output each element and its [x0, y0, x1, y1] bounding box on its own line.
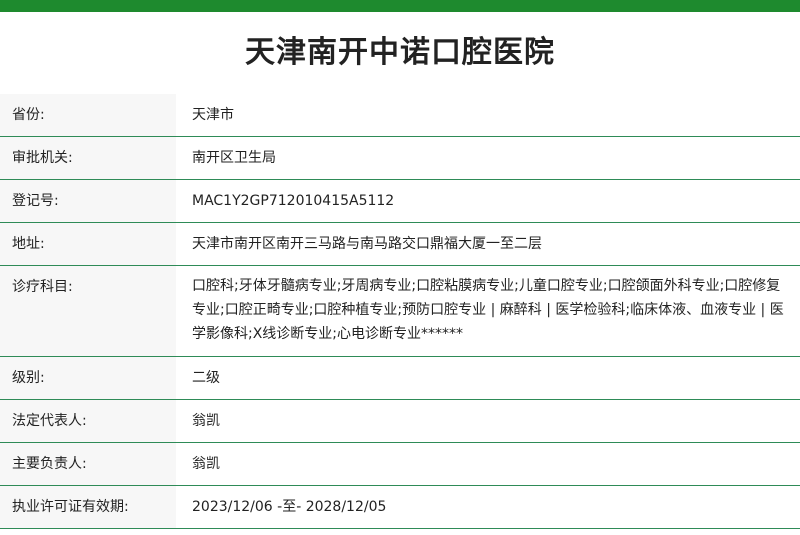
table-row-registration-number: 登记号: MAC1Y2GP712010415A5112: [0, 179, 800, 223]
row-label: 登记号:: [0, 179, 176, 223]
table-row-legal-representative: 法定代表人: 翁凯: [0, 399, 800, 443]
row-value: 天津市南开区南开三马路与南马路交口鼎福大厦一至二层: [176, 222, 800, 266]
row-value: 南开区卫生局: [176, 136, 800, 180]
table-row-departments: 诊疗科目: 口腔科;牙体牙髓病专业;牙周病专业;口腔粘膜病专业;儿童口腔专业;口…: [0, 265, 800, 357]
row-value: 口腔科;牙体牙髓病专业;牙周病专业;口腔粘膜病专业;儿童口腔专业;口腔颌面外科专…: [176, 265, 800, 357]
row-label: 执业许可证有效期:: [0, 485, 176, 529]
row-value: 翁凯: [176, 399, 800, 443]
hospital-info-table: 省份: 天津市 审批机关: 南开区卫生局 登记号: MAC1Y2GP712010…: [0, 94, 800, 529]
table-row-principal: 主要负责人: 翁凯: [0, 442, 800, 486]
row-value: 2023/12/06 -至- 2028/12/05: [176, 485, 800, 529]
table-row-province: 省份: 天津市: [0, 94, 800, 137]
table-row-level: 级别: 二级: [0, 356, 800, 400]
table-row-license-validity: 执业许可证有效期: 2023/12/06 -至- 2028/12/05: [0, 485, 800, 529]
row-label: 地址:: [0, 222, 176, 266]
row-value: 翁凯: [176, 442, 800, 486]
row-value: 二级: [176, 356, 800, 400]
top-accent-bar: [0, 0, 800, 12]
table-row-approval-authority: 审批机关: 南开区卫生局: [0, 136, 800, 180]
row-label: 级别:: [0, 356, 176, 400]
table-row-address: 地址: 天津市南开区南开三马路与南马路交口鼎福大厦一至二层: [0, 222, 800, 266]
page-title: 天津南开中诺口腔医院: [245, 35, 555, 70]
row-label: 省份:: [0, 94, 176, 137]
row-label: 诊疗科目:: [0, 265, 176, 357]
row-value: MAC1Y2GP712010415A5112: [176, 179, 800, 223]
row-label: 主要负责人:: [0, 442, 176, 486]
row-value: 天津市: [176, 94, 800, 137]
row-label: 法定代表人:: [0, 399, 176, 443]
row-label: 审批机关:: [0, 136, 176, 180]
